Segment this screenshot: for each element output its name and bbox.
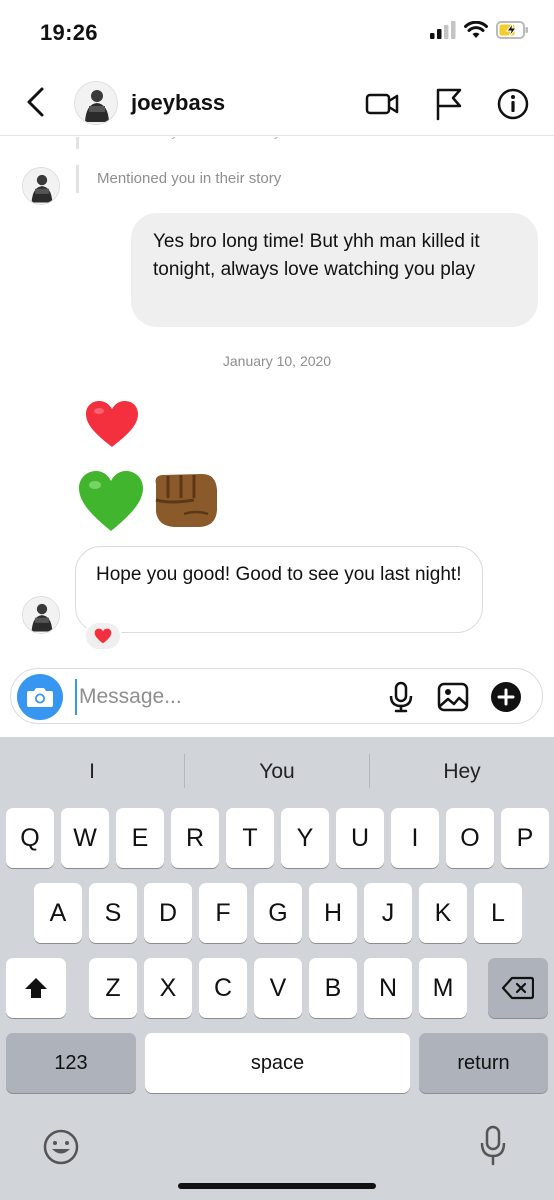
key-z[interactable]: Z xyxy=(89,958,137,1018)
message-input[interactable] xyxy=(75,679,375,715)
incoming-message[interactable]: Hope you good! Good to see you last nigh… xyxy=(75,546,483,633)
key-a[interactable]: A xyxy=(34,883,82,943)
avatar-image-icon xyxy=(23,597,59,633)
avatar[interactable] xyxy=(22,596,60,634)
key-o[interactable]: O xyxy=(446,808,494,868)
key-f[interactable]: F xyxy=(199,883,247,943)
shift-key[interactable] xyxy=(6,958,66,1018)
outgoing-message[interactable]: Yes bro long time! But yhh man killed it… xyxy=(131,213,538,327)
key-q[interactable]: Q xyxy=(6,808,54,868)
camera-icon xyxy=(27,688,53,707)
chat-header: joeybass xyxy=(0,70,554,136)
story-mention[interactable]: Mentioned you in their story xyxy=(76,165,281,193)
status-icons xyxy=(430,20,530,40)
key-v[interactable]: V xyxy=(254,958,302,1018)
key-y[interactable]: Y xyxy=(281,808,329,868)
key-h[interactable]: H xyxy=(309,883,357,943)
key-l[interactable]: L xyxy=(474,883,522,943)
microphone-icon[interactable] xyxy=(385,681,417,713)
return-key[interactable]: return xyxy=(419,1033,548,1093)
key-s[interactable]: S xyxy=(89,883,137,943)
green-heart-icon xyxy=(79,471,143,531)
plus-icon[interactable] xyxy=(490,681,522,713)
keyboard: I You Hey Q W E R T Y U I O P A S D F G … xyxy=(0,737,554,1200)
fist-emoji-message[interactable] xyxy=(150,470,220,535)
key-u[interactable]: U xyxy=(336,808,384,868)
info-icon[interactable] xyxy=(495,86,531,122)
status-bar: 19:26 xyxy=(0,0,554,66)
key-m[interactable]: M xyxy=(419,958,467,1018)
green-heart-emoji-message[interactable] xyxy=(77,469,145,538)
key-x[interactable]: X xyxy=(144,958,192,1018)
key-t[interactable]: T xyxy=(226,808,274,868)
wifi-icon xyxy=(464,21,488,38)
backspace-icon xyxy=(502,976,534,1000)
key-j[interactable]: J xyxy=(364,883,412,943)
key-b[interactable]: B xyxy=(309,958,357,1018)
space-key[interactable]: space xyxy=(145,1033,410,1093)
message-reaction[interactable] xyxy=(84,621,122,651)
shift-icon xyxy=(25,978,47,998)
backspace-key[interactable] xyxy=(488,958,548,1018)
message-composer xyxy=(10,668,543,724)
flag-icon[interactable] xyxy=(431,86,467,122)
fist-bump-icon xyxy=(155,474,217,527)
key-c[interactable]: C xyxy=(199,958,247,1018)
key-p[interactable]: P xyxy=(501,808,549,868)
status-time: 19:26 xyxy=(40,20,98,45)
back-icon[interactable] xyxy=(22,85,52,119)
key-r[interactable]: R xyxy=(171,808,219,868)
key-k[interactable]: K xyxy=(419,883,467,943)
signal-icon xyxy=(430,21,456,39)
story-mention-cut: Mentioned you in their story xyxy=(76,137,281,149)
red-heart-emoji-message[interactable] xyxy=(84,399,140,454)
key-i[interactable]: I xyxy=(391,808,439,868)
avatar[interactable] xyxy=(22,167,60,205)
video-call-icon[interactable] xyxy=(364,86,400,122)
home-indicator[interactable] xyxy=(178,1183,376,1189)
key-g[interactable]: G xyxy=(254,883,302,943)
suggestion-3[interactable]: Hey xyxy=(370,757,554,787)
suggestion-2[interactable]: You xyxy=(185,757,369,787)
camera-button[interactable] xyxy=(17,674,63,720)
emoji-icon[interactable] xyxy=(42,1128,80,1166)
gallery-icon[interactable] xyxy=(437,681,469,713)
key-e[interactable]: E xyxy=(116,808,164,868)
predictive-bar: I You Hey xyxy=(0,737,554,805)
avatar[interactable] xyxy=(74,81,118,125)
date-separator: January 10, 2020 xyxy=(222,353,332,369)
red-heart-icon xyxy=(86,401,138,447)
dictation-mic-icon[interactable] xyxy=(478,1125,508,1167)
suggestion-1[interactable]: I xyxy=(0,757,184,787)
battery-charging-icon xyxy=(496,21,528,39)
key-n[interactable]: N xyxy=(364,958,412,1018)
key-d[interactable]: D xyxy=(144,883,192,943)
avatar-image-icon xyxy=(23,168,59,204)
message-thread[interactable]: Mentioned you in their story Mentioned y… xyxy=(0,137,554,662)
numbers-key[interactable]: 123 xyxy=(6,1033,136,1093)
avatar-image-icon xyxy=(75,82,117,124)
key-w[interactable]: W xyxy=(61,808,109,868)
chat-username[interactable]: joeybass xyxy=(131,90,225,116)
heart-reaction-icon xyxy=(94,628,112,644)
